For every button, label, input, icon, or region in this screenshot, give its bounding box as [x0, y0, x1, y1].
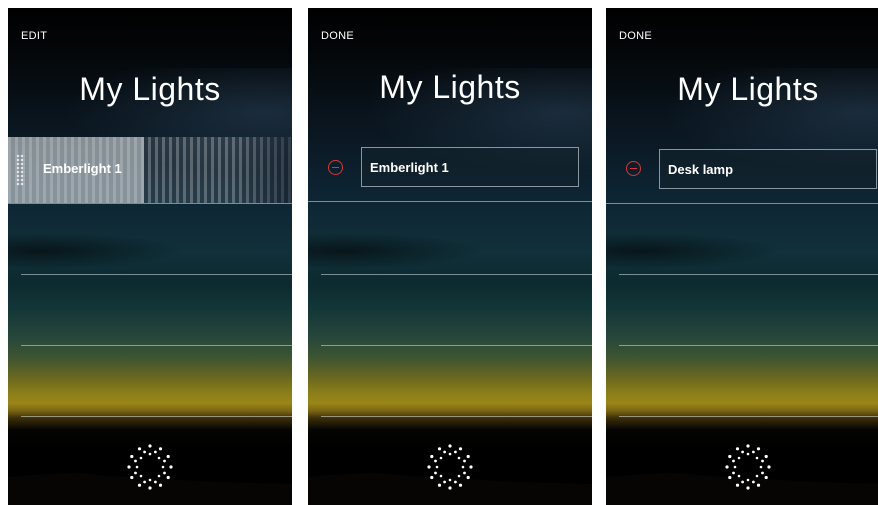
lights-screen-edit-renamed: DONE My Lights Desk lamp [606, 8, 878, 505]
sun-dots-icon[interactable] [426, 443, 474, 491]
light-name-field[interactable]: Emberlight 1 [361, 147, 579, 187]
row-divider [619, 274, 878, 275]
drag-handle-icon[interactable] [16, 154, 25, 186]
lights-screen-reorder: EDIT My Lights Emberlight 1 [8, 8, 292, 505]
row-divider [619, 345, 878, 346]
page-title: My Lights [379, 69, 521, 105]
row-divider [308, 201, 592, 202]
row-divider [321, 416, 592, 417]
done-button[interactable]: DONE [619, 30, 652, 42]
light-row-dragging[interactable]: Emberlight 1 [8, 137, 292, 203]
row-divider [321, 274, 592, 275]
row-divider [8, 203, 292, 204]
sun-dots-icon[interactable] [126, 443, 174, 491]
sun-dots-icon[interactable] [724, 443, 772, 491]
page-title: My Lights [79, 71, 221, 107]
lights-screen-edit: DONE My Lights Emberlight 1 [308, 8, 592, 505]
row-divider [21, 345, 292, 346]
light-name-field[interactable]: Desk lamp [659, 149, 877, 189]
row-divider [21, 416, 292, 417]
light-name-label: Emberlight 1 [43, 161, 122, 176]
row-divider [606, 203, 878, 204]
done-button[interactable]: DONE [321, 30, 354, 42]
row-divider [619, 416, 878, 417]
row-divider [21, 274, 292, 275]
page-title: My Lights [677, 71, 819, 107]
edit-button[interactable]: EDIT [21, 30, 47, 42]
row-divider [321, 345, 592, 346]
minus-circle-icon[interactable] [626, 161, 641, 176]
drag-row-fade [236, 137, 292, 203]
minus-circle-icon[interactable] [328, 160, 343, 175]
